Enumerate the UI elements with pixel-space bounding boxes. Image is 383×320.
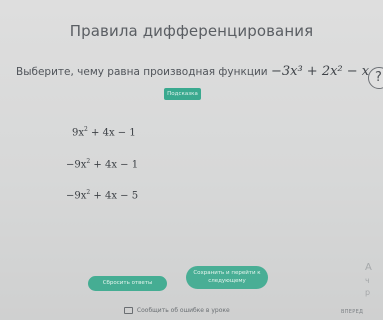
help-icon[interactable]: ? [368, 67, 383, 89]
save-and-next-button[interactable]: Сохранить и перейти к следующему [186, 266, 268, 289]
option-3-base: −9x [66, 190, 87, 202]
report-error-label: Сообщить об ошибке в уроке [136, 307, 230, 314]
side-panel-text-3: р [365, 288, 371, 297]
answer-option-1[interactable]: 9x2 + 4x − 1 [72, 126, 136, 138]
option-1-base: 9x [72, 127, 85, 139]
question-prompt: Выберите, чему равна производная функции [16, 66, 268, 78]
reset-answers-button[interactable]: Сбросить ответы [88, 276, 167, 291]
page-title: Правила дифференцирования [69, 22, 314, 40]
question-function: −3x³ + 2x² − x − 5 [270, 64, 383, 79]
option-1-rest: + 4x − 1 [87, 127, 136, 139]
side-panel-text-1: A [365, 262, 372, 273]
answer-option-2[interactable]: −9x2 + 4x − 1 [66, 158, 138, 170]
option-2-base: −9x [66, 159, 87, 171]
answer-option-3[interactable]: −9x2 + 4x − 5 [66, 189, 138, 201]
chat-icon [124, 307, 133, 314]
question-text: Выберите, чему равна производная функции… [16, 64, 383, 79]
side-panel-text-2: ч [365, 276, 370, 285]
save-and-next-line1: Сохранить и перейти к [193, 270, 261, 276]
option-3-rest: + 4x − 5 [90, 190, 139, 202]
save-and-next-line2: следующему [208, 278, 246, 284]
hint-button[interactable]: Подсказка [164, 88, 201, 100]
option-2-rest: + 4x − 1 [90, 159, 139, 171]
next-link[interactable]: ВПЕРЕД [341, 309, 363, 315]
report-error-link[interactable]: Сообщить об ошибке в уроке [124, 307, 230, 314]
